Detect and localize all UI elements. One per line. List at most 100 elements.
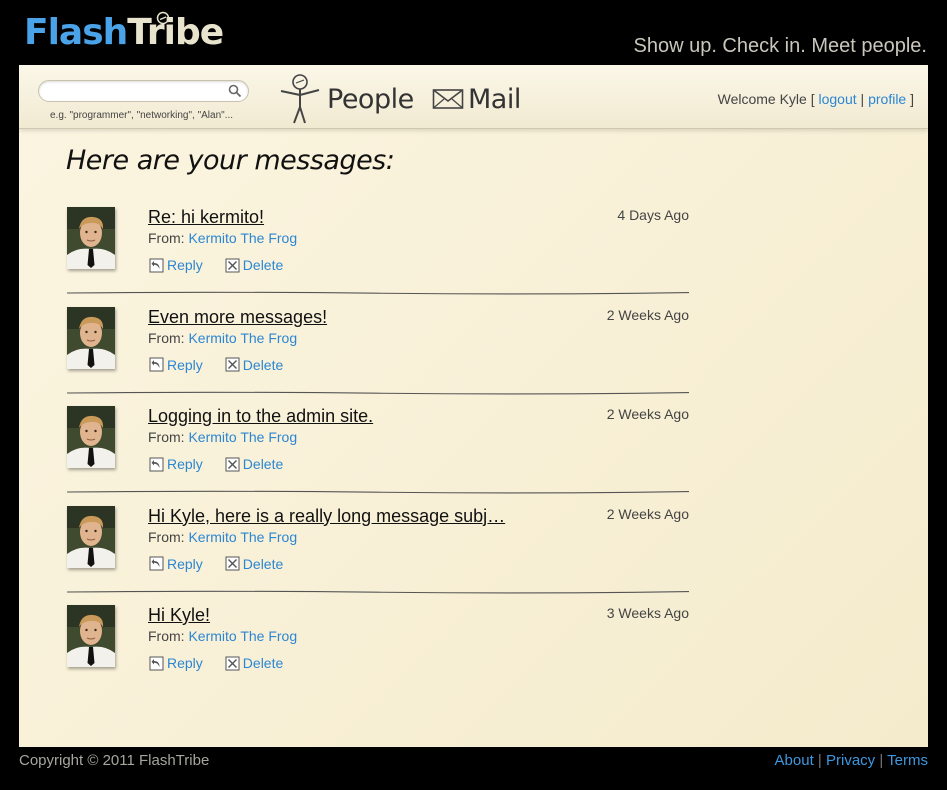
footer-separator: | [817,752,822,769]
message-from: From: Kermito The Frog [148,429,297,445]
message-subject-link[interactable]: Hi Kyle, here is a really long message s… [148,506,505,527]
reply-button[interactable]: Reply [149,456,203,472]
welcome-separator: | [860,91,865,107]
top-navbar: e.g. "programmer", "networking", "Alan".… [19,65,928,129]
logo-face-icon [156,11,170,25]
message-subject-link[interactable]: Logging in to the admin site. [148,406,373,427]
delete-button[interactable]: Delete [225,556,283,572]
message-subject-link[interactable]: Re: hi kermito! [148,207,264,228]
bracket-open: [ [810,91,815,107]
logo-flash: Flash [24,12,128,53]
message-time: 2 Weeks Ago [606,505,689,522]
message-actions: Reply Delete [149,257,283,273]
message-time: 3 Weeks Ago [606,605,689,621]
footer-privacy-link[interactable]: Privacy [826,752,875,769]
sender-link[interactable]: Kermito The Frog [188,330,297,346]
message-time: 4 Days Ago [617,207,689,223]
search-box [38,80,249,102]
message-item: Hi Kyle! 3 Weeks Ago From: Kermito The F… [67,605,689,701]
reply-button[interactable]: Reply [149,556,203,572]
message-subject-link[interactable]: Even more messages! [148,307,327,328]
tagline: Show up. Check in. Meet people. [633,35,927,57]
delete-icon [225,357,240,372]
reply-label: Reply [167,555,203,572]
sender-link[interactable]: Kermito The Frog [188,628,297,644]
sender-link[interactable]: Kermito The Frog [188,529,297,545]
message-actions: Reply Delete [149,456,283,472]
message-item: Re: hi kermito! 4 Days Ago From: Kermito… [67,207,689,303]
footer-about-link[interactable]: About [775,752,814,769]
reply-icon [149,656,164,670]
delete-icon [225,258,240,272]
delete-button[interactable]: Delete [225,257,283,273]
message-item: Hi Kyle, here is a really long message s… [67,505,689,602]
copyright: Copyright © 2011 FlashTribe [19,752,210,769]
welcome-area: Welcome Kyle [ logout | profile ] [718,91,914,107]
delete-button[interactable]: Delete [225,357,283,373]
message-actions: Reply Delete [149,357,283,373]
message-divider [67,391,689,394]
sender-link[interactable]: Kermito The Frog [188,230,297,246]
reply-button[interactable]: Reply [149,257,203,273]
message-divider [67,490,689,494]
logo-tribe: Tribe [127,12,224,53]
message-item: Logging in to the admin site. 2 Weeks Ag… [67,406,689,502]
message-actions: Reply Delete [149,655,283,671]
footer-separator: | [879,752,884,769]
delete-label: Delete [242,655,284,671]
reply-icon [149,357,164,372]
from-label: From: [148,429,185,445]
logout-link[interactable]: logout [819,91,857,107]
message-actions: Reply Delete [149,556,283,572]
delete-label: Delete [242,257,284,273]
message-item: Even more messages! 2 Weeks Ago From: Ke… [67,306,689,403]
nav-mail[interactable]: Mail [432,73,521,125]
message-time: 2 Weeks Ago [606,306,689,323]
reply-button[interactable]: Reply [149,357,203,373]
message-subject-link[interactable]: Hi Kyle! [148,605,210,626]
message-from: From: Kermito The Frog [148,330,297,346]
message-from: From: Kermito The Frog [148,230,297,246]
message-from: From: Kermito The Frog [148,529,297,545]
people-stick-figure-icon [280,74,320,124]
delete-button[interactable]: Delete [225,456,283,472]
sender-link[interactable]: Kermito The Frog [188,429,297,445]
nav-people[interactable]: People [277,73,414,125]
delete-label: Delete [242,456,284,472]
avatar[interactable] [67,605,115,667]
footer-terms-link[interactable]: Terms [887,752,928,769]
avatar[interactable] [67,207,115,269]
reply-label: Reply [167,257,203,273]
search-icon[interactable] [228,84,242,98]
profile-link[interactable]: profile [868,91,906,107]
reply-label: Reply [167,356,203,373]
from-label: From: [148,528,185,545]
delete-label: Delete [242,555,284,572]
bracket-close: ] [910,91,914,107]
avatar[interactable] [67,406,115,468]
from-label: From: [148,329,185,346]
avatar[interactable] [67,505,115,568]
logo[interactable]: FlashTribe [24,12,224,53]
mail-envelope-icon [432,89,464,109]
welcome-text: Welcome Kyle [717,91,807,107]
nav-people-label: People [327,83,414,115]
message-from: From: Kermito The Frog [148,628,297,644]
search-input[interactable] [49,83,221,99]
delete-label: Delete [242,356,284,373]
main-panel: e.g. "programmer", "networking", "Alan".… [19,65,928,747]
reply-label: Reply [167,655,203,671]
delete-icon [225,656,240,670]
message-time: 2 Weeks Ago [606,406,689,422]
reply-label: Reply [167,456,203,472]
from-label: From: [148,230,185,246]
avatar[interactable] [67,306,115,369]
message-divider [67,291,689,295]
reply-icon [149,556,164,571]
delete-icon [225,556,240,571]
page-title: Here are your messages: [66,145,395,176]
footer-links: About | Privacy | Terms [775,752,928,769]
delete-button[interactable]: Delete [225,655,283,671]
delete-icon [225,457,240,471]
reply-button[interactable]: Reply [149,655,203,671]
